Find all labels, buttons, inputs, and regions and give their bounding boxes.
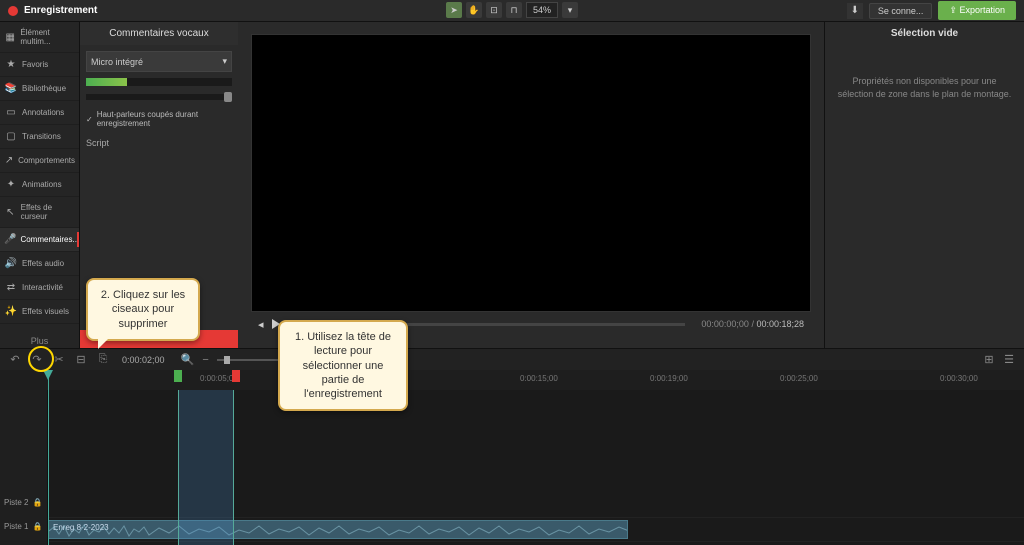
selection-start-marker[interactable] <box>174 370 182 382</box>
track-label-2[interactable]: Piste 2🔒 <box>4 498 42 507</box>
left-sidebar: ▦ Élément multim... ★ Favoris 📚 Bibliothèqu… <box>0 22 80 348</box>
transition-icon: ▢ <box>4 131 18 142</box>
sidebar-item-audio-fx[interactable]: 🔊 Effets audio <box>0 252 79 276</box>
sidebar-label: Effets audio <box>22 259 64 268</box>
cut-scissors-icon[interactable]: ✂ <box>52 353 66 367</box>
ruler-tick: 0:00:30;00 <box>940 374 978 383</box>
sidebar-label: Favoris <box>22 60 48 69</box>
lock-icon: 🔒 <box>32 522 42 531</box>
properties-message: Propriétés non disponibles pour une séle… <box>825 45 1024 130</box>
library-icon: 📚 <box>4 83 18 94</box>
minus-icon[interactable]: − <box>199 353 213 367</box>
audio-clip[interactable]: Enreg 8-2-2023 <box>48 520 628 539</box>
zoom-out-icon[interactable]: 🔍 <box>181 353 195 367</box>
sidebar-item-favorites[interactable]: ★ Favoris <box>0 53 79 77</box>
tutorial-callout-1: 1. Utilisez la tête de lecture pour séle… <box>278 320 408 411</box>
behavior-icon: ↗ <box>4 155 14 166</box>
tl-settings-icon[interactable]: ☰ <box>1002 353 1016 367</box>
playhead[interactable] <box>48 370 49 545</box>
redo-icon[interactable]: ↷ <box>30 353 44 367</box>
mute-label: Haut-parleurs coupés durant enregistreme… <box>97 110 232 128</box>
sidebar-label: Effets de curseur <box>21 203 75 221</box>
zoom-slider[interactable] <box>217 359 287 361</box>
magnet-tool-icon[interactable]: ⊓ <box>506 2 522 18</box>
sparkle-icon: ✨ <box>4 306 18 317</box>
mic-level-meter <box>86 78 232 86</box>
sidebar-item-voice[interactable]: 🎤 Commentaires... <box>0 228 79 252</box>
properties-title: Sélection vide <box>825 22 1024 45</box>
speaker-icon: 🔊 <box>4 258 18 269</box>
sidebar-item-transitions[interactable]: ▢ Transitions <box>0 125 79 149</box>
interact-icon: ⇄ <box>4 282 18 293</box>
cursor-tool-icon[interactable]: ➤ <box>446 2 462 18</box>
record-indicator-icon <box>8 6 18 16</box>
ruler-tick: 0:00:15;00 <box>520 374 558 383</box>
sidebar-label: Animations <box>22 180 62 189</box>
zoom-dropdown-icon[interactable]: ▾ <box>562 2 578 18</box>
star-icon: ★ <box>4 59 18 70</box>
properties-panel: Sélection vide Propriétés non disponible… <box>824 22 1024 348</box>
export-button[interactable]: ⇪ Exportation <box>938 1 1016 20</box>
app-title: Enregistrement <box>24 5 97 16</box>
preview-canvas[interactable] <box>251 34 811 312</box>
sidebar-item-visual-fx[interactable]: ✨ Effets visuels <box>0 300 79 324</box>
hand-tool-icon[interactable]: ✋ <box>466 2 482 18</box>
panel-title: Commentaires vocaux <box>80 22 238 45</box>
mic-dropdown[interactable]: Micro intégré ▾ <box>86 51 232 72</box>
animation-icon: ✦ <box>4 179 18 190</box>
time-display: 00:00:00;00 / 00:00:18;28 <box>701 319 804 329</box>
mute-speakers-checkbox[interactable]: ✓ Haut-parleurs coupés durant enregistrem… <box>86 110 232 128</box>
tutorial-callout-2: 2. Cliquez sur les ciseaux pour supprime… <box>86 278 200 341</box>
track-labels: Piste 2🔒 Piste 1🔒 <box>0 390 48 545</box>
track-label-1[interactable]: Piste 1🔒 <box>4 522 42 531</box>
top-bar: Enregistrement ➤ ✋ ⊡ ⊓ 54% ▾ ⬇ Se conne.… <box>0 0 1024 22</box>
tl-expand-icon[interactable]: ⊞ <box>982 353 996 367</box>
timeline-ruler[interactable]: 0:00:05;00 0:00:10;00 0:00:15;00 0:00:19… <box>0 370 1024 390</box>
script-label[interactable]: Script <box>86 138 232 148</box>
sidebar-item-media[interactable]: ▦ Élément multim... <box>0 22 79 53</box>
waveform-icon <box>49 524 628 538</box>
playhead-time: 0:00:02;00 <box>122 355 165 365</box>
signin-button[interactable]: Se conne... <box>869 3 933 19</box>
sidebar-item-animations[interactable]: ✦ Animations <box>0 173 79 197</box>
sidebar-label: Comportements <box>18 156 75 165</box>
zoom-level[interactable]: 54% <box>526 2 558 18</box>
top-tools: ➤ ✋ ⊡ ⊓ 54% ▾ <box>446 2 578 18</box>
crop-tool-icon[interactable]: ⊡ <box>486 2 502 18</box>
sidebar-label: Interactivité <box>22 283 63 292</box>
sidebar-label: Élément multim... <box>20 28 75 46</box>
sidebar-item-cursor-effects[interactable]: ↖ Effets de curseur <box>0 197 79 228</box>
media-icon: ▦ <box>4 32 16 43</box>
mic-label: Micro intégré <box>91 57 143 67</box>
sidebar-item-annotations[interactable]: ▭ Annotations <box>0 101 79 125</box>
export-label: Exportation <box>959 5 1005 15</box>
cursor-fx-icon: ↖ <box>4 207 17 218</box>
prev-frame-icon[interactable]: ◂ <box>258 318 264 331</box>
check-icon: ✓ <box>86 115 93 124</box>
copy-icon[interactable]: ⎘ <box>96 353 110 367</box>
selection-end-marker[interactable] <box>232 370 240 382</box>
timeline-toolbar: ↶ ↷ ✂ ⊟ ⎘ 0:00:02;00 🔍 − + ⊞ ☰ <box>0 348 1024 370</box>
sidebar-label: Transitions <box>22 132 61 141</box>
lock-icon: 🔒 <box>32 498 42 507</box>
sidebar-label: Commentaires... <box>20 235 79 244</box>
annotation-icon: ▭ <box>4 107 18 118</box>
selection-region[interactable] <box>178 390 234 545</box>
sidebar-item-behaviors[interactable]: ↗ Comportements <box>0 149 79 173</box>
download-icon[interactable]: ⬇ <box>847 3 863 19</box>
mic-icon: 🎤 <box>4 234 16 245</box>
canvas-area: ◂ ▸ 00:00:00;00 / 00:00:18;28 <box>238 22 824 348</box>
sidebar-item-interactivity[interactable]: ⇄ Interactivité <box>0 276 79 300</box>
sidebar-item-library[interactable]: 📚 Bibliothèque <box>0 77 79 101</box>
ruler-tick: 0:00:25;00 <box>780 374 818 383</box>
sidebar-label: Annotations <box>22 108 64 117</box>
sidebar-label: Effets visuels <box>22 307 69 316</box>
chevron-down-icon: ▾ <box>222 56 227 67</box>
split-icon[interactable]: ⊟ <box>74 353 88 367</box>
timeline-tracks: Piste 2🔒 Piste 1🔒 Enreg 8-2-2023 <box>0 390 1024 545</box>
undo-icon[interactable]: ↶ <box>8 353 22 367</box>
sidebar-label: Bibliothèque <box>22 84 66 93</box>
mic-gain-slider[interactable] <box>86 94 232 100</box>
ruler-tick: 0:00:19;00 <box>650 374 688 383</box>
